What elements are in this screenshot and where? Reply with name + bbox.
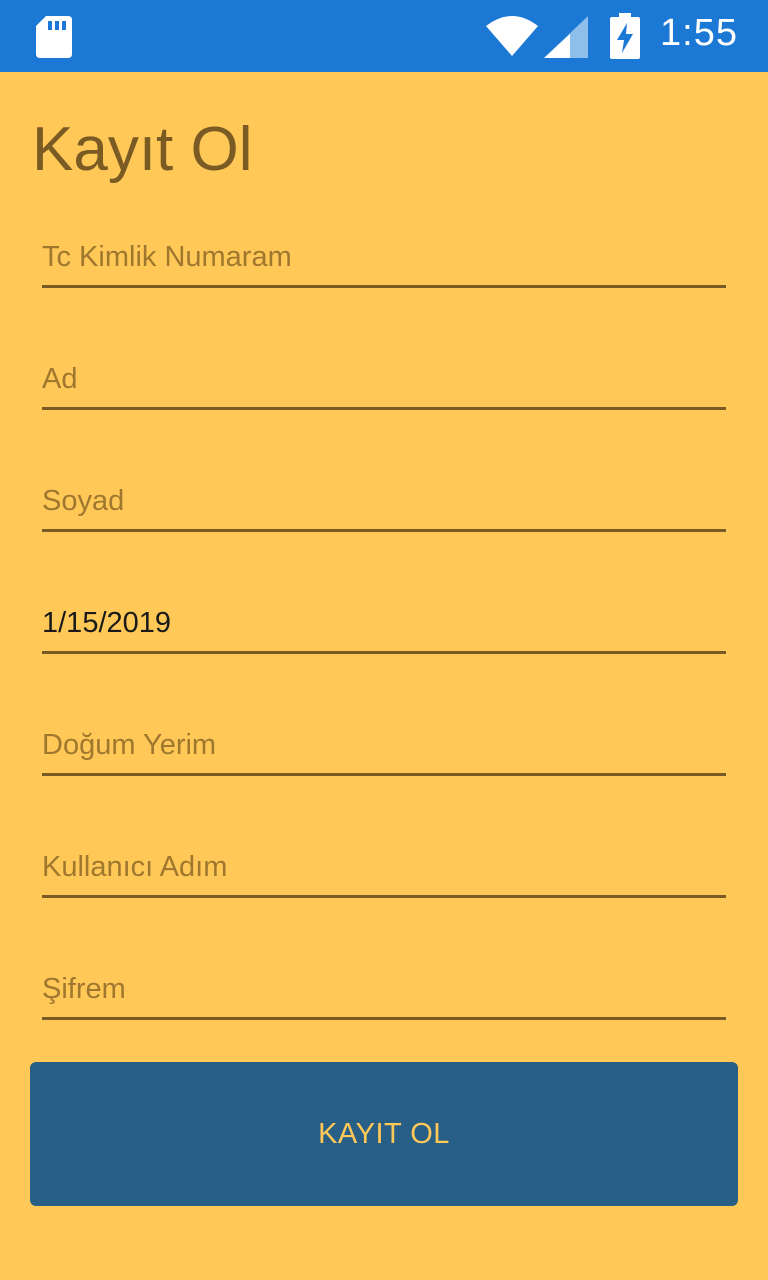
- soyad-field: [42, 474, 726, 532]
- ad-input[interactable]: [42, 355, 726, 403]
- sd-card-icon: [36, 16, 72, 58]
- ad-field: [42, 352, 726, 410]
- kullanici-adi-input[interactable]: [42, 843, 726, 891]
- dogum-yeri-input[interactable]: [42, 721, 726, 769]
- soyad-input[interactable]: [42, 477, 726, 525]
- tc-kimlik-input[interactable]: [42, 233, 726, 281]
- kullanici-adi-field: [42, 840, 726, 898]
- tc-kimlik-field: [42, 230, 726, 288]
- dogum-tarihi-input[interactable]: [42, 599, 726, 647]
- page-title: Kayıt Ol: [32, 115, 253, 184]
- sifre-input[interactable]: [42, 965, 726, 1013]
- dogum-yeri-field: [42, 718, 726, 776]
- status-bar: 1:55: [0, 0, 768, 72]
- dogum-tarihi-field: [42, 596, 726, 654]
- sifre-field: [42, 962, 726, 1020]
- register-button[interactable]: KAYIT OL: [30, 1062, 738, 1206]
- wifi-icon: [486, 16, 538, 56]
- battery-charging-icon: [610, 13, 640, 59]
- clock: 1:55: [660, 12, 738, 54]
- signal-icon: [544, 16, 588, 58]
